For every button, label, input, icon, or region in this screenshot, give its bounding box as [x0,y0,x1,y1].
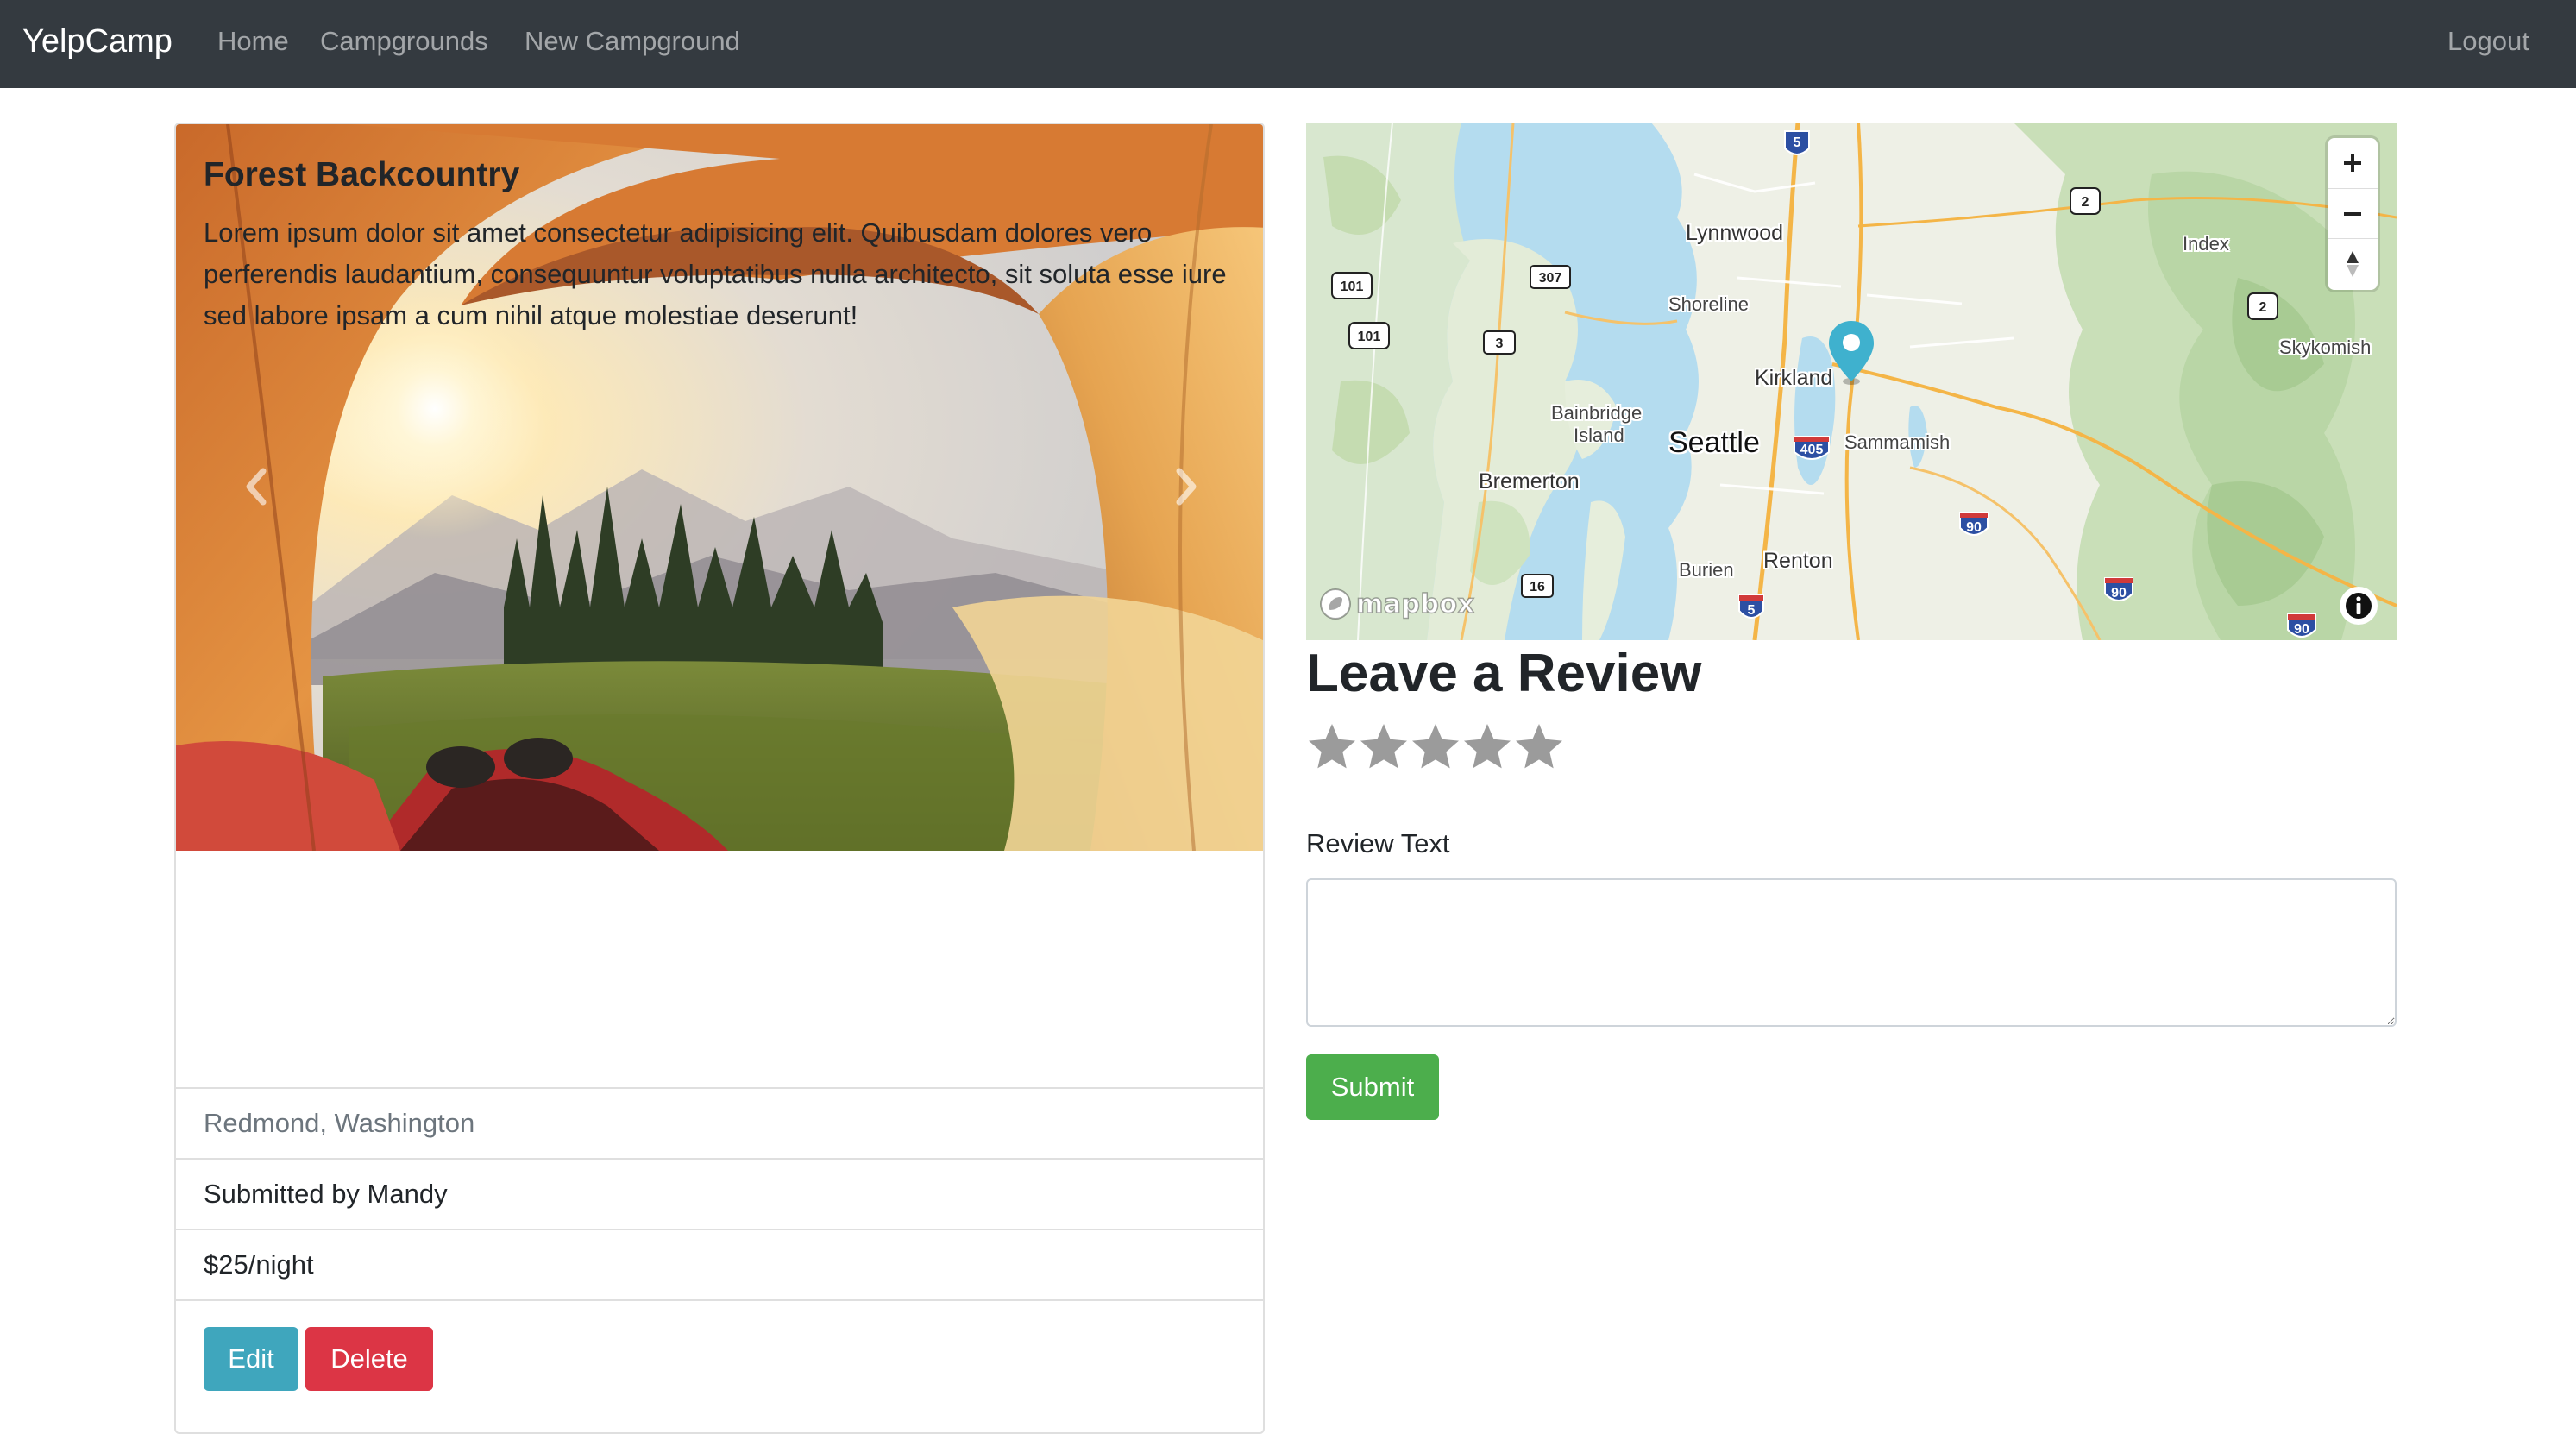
info-icon [2346,593,2372,619]
star-icon[interactable] [1306,721,1358,773]
nav-link-logout[interactable]: Logout [2447,24,2529,59]
map-label-shoreline: Shoreline [1668,293,1749,315]
zoom-out-button[interactable] [2328,188,2378,238]
chevron-right-icon [1176,468,1197,506]
svg-text:101: 101 [1341,280,1364,294]
star-rating [1306,721,1565,773]
map-label-bainbridge: Bainbridge [1551,402,1643,424]
review-heading: Leave a Review [1306,644,1702,703]
zoom-in-button[interactable] [2328,138,2378,188]
plus-icon [2344,154,2361,172]
svg-text:3: 3 [1496,336,1504,351]
map-marker-icon[interactable] [1825,319,1877,388]
nav-link-new-campground[interactable]: New Campground [525,24,740,59]
svg-text:5: 5 [1794,135,1801,150]
map-label-lynnwood: Lynnwood [1686,221,1784,245]
star-icon[interactable] [1358,721,1410,773]
campground-location: Redmond, Washington [176,1087,1263,1158]
map-label-bremerton: Bremerton [1479,469,1580,494]
map-label-island: Island [1574,425,1624,446]
svg-text:307: 307 [1539,271,1562,286]
campground-map[interactable]: 5 2 101 101 307 3 2 405 90 90 90 16 5 Ly… [1306,123,2397,640]
navbar: YelpCamp Home Campgrounds New Campground… [0,0,2576,88]
submit-review-button[interactable]: Submit [1306,1054,1439,1120]
map-label-kirkland: Kirkland [1755,366,1833,390]
svg-text:5: 5 [1748,603,1756,618]
svg-text:2: 2 [2082,195,2089,210]
card-actions: Edit Delete [176,1299,1263,1432]
svg-text:405: 405 [1800,443,1824,457]
map-navigation-control [2328,138,2378,290]
svg-text:90: 90 [2111,586,2127,601]
mapbox-logo[interactable]: mapbox [1318,585,1475,623]
map-label-burien: Burien [1679,559,1734,581]
map-label-renton: Renton [1763,549,1833,573]
campground-title: Forest Backcountry [204,156,520,193]
chevron-left-icon [246,468,267,506]
review-text-input[interactable] [1306,878,2397,1027]
svg-text:101: 101 [1358,330,1381,344]
map-label-sammamish: Sammamish [1844,431,1951,453]
map-label-seattle: Seattle [1668,426,1760,459]
minus-icon [2344,211,2361,216]
carousel-next-button[interactable] [1151,452,1220,521]
star-icon[interactable] [1513,721,1565,773]
svg-text:16: 16 [1530,580,1545,594]
star-icon[interactable] [1461,721,1513,773]
nav-link-campgrounds[interactable]: Campgrounds [320,24,488,59]
reset-bearing-button[interactable] [2328,238,2378,288]
brand-link[interactable]: YelpCamp [22,21,173,62]
star-icon[interactable] [1410,721,1461,773]
attribution-button[interactable] [2340,587,2378,625]
svg-text:90: 90 [1966,520,1982,535]
edit-button[interactable]: Edit [204,1327,298,1391]
campground-price: $25/night [176,1229,1263,1299]
review-text-label: Review Text [1306,828,1450,859]
carousel-prev-button[interactable] [223,452,292,521]
campground-description: Lorem ipsum dolor sit amet consectetur a… [204,217,1227,330]
campground-card: Forest Backcountry Lorem ipsum dolor sit… [174,123,1265,1434]
svg-text:90: 90 [2294,622,2309,637]
compass-icon [2347,250,2359,277]
campground-author: Submitted by Mandy [176,1158,1263,1229]
nav-link-home[interactable]: Home [217,24,289,59]
mapbox-wordmark: mapbox [1355,588,1475,620]
map-label-skykomish: Skykomish [2279,336,2372,358]
map-label-index: Index [2183,233,2229,255]
svg-text:2: 2 [2259,300,2267,315]
mapbox-icon [1320,588,1351,620]
delete-button[interactable]: Delete [305,1327,433,1391]
